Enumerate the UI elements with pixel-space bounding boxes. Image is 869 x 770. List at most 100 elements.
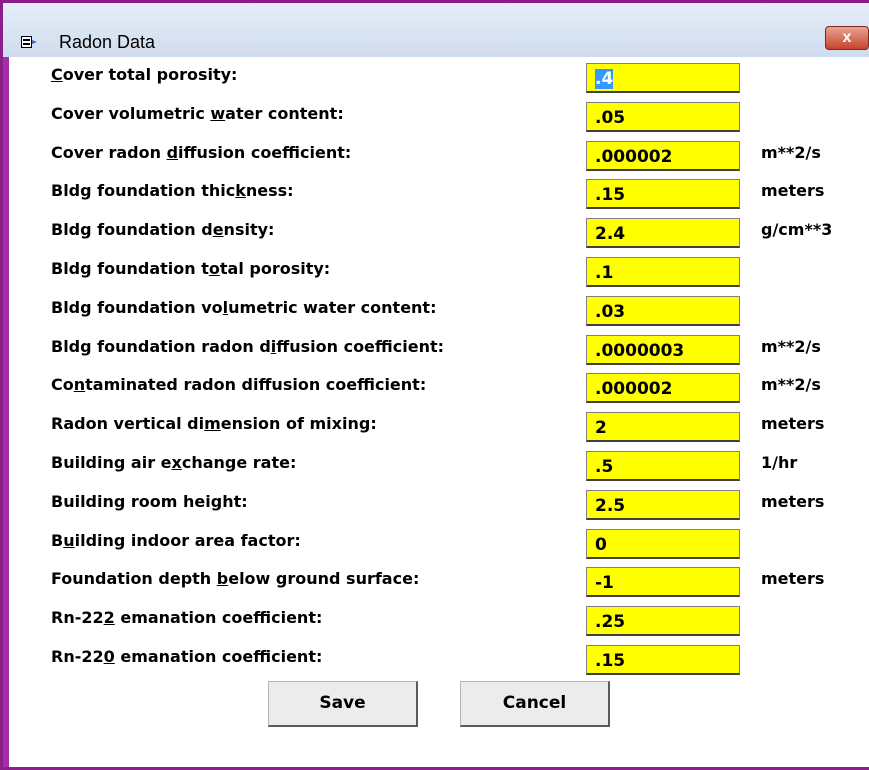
label-text: ension of mixing: <box>220 414 377 434</box>
label-text: elow ground surface: <box>228 569 420 589</box>
field-label: Bldg foundation density: <box>51 220 274 239</box>
label-text: ffusion coefficient: <box>276 336 445 356</box>
form-row: Cover total porosity: .4 <box>9 59 869 95</box>
form-row: Building room height: 2.5 meters <box>9 486 869 522</box>
value-input[interactable]: 2.4 <box>586 218 740 249</box>
input-value: .25 <box>595 612 626 633</box>
window-title: Radon Data <box>59 32 156 52</box>
label-accelerator-key: o <box>208 259 220 278</box>
label-text: iffusion coefficient: <box>178 142 352 162</box>
label-accelerator-key: 0 <box>103 647 115 666</box>
form-row: Bldg foundation radon diffusion coeffici… <box>9 331 869 367</box>
cancel-button[interactable]: Cancel <box>460 681 610 727</box>
label-text: emanation coefficient: <box>114 647 323 666</box>
close-icon: x <box>842 29 852 46</box>
label-text: Bldg foundation d <box>51 220 213 240</box>
field-label: Radon vertical dimension of mixing: <box>51 414 377 433</box>
value-input[interactable]: .5 <box>586 451 740 481</box>
form-area: Cover total porosity: .4 Cover volumetric … <box>9 57 869 767</box>
label-text: Co <box>51 375 74 395</box>
value-input[interactable]: .25 <box>586 606 740 637</box>
close-button[interactable]: x <box>825 26 869 50</box>
label-text: Building room hei <box>51 491 211 511</box>
label-text: Rn-22 <box>51 608 104 628</box>
value-input[interactable]: .03 <box>586 295 740 326</box>
form-row: Rn-220 emanation coefficient: .15 <box>9 641 869 677</box>
field-label: Building room height: <box>51 492 248 511</box>
unit-label: 1/hr <box>761 453 798 472</box>
input-value: 2 <box>595 418 607 439</box>
form-row: Contaminated radon diffusion coefficient… <box>9 369 869 405</box>
field-label: Contaminated radon diffusion coefficient… <box>51 375 426 394</box>
value-input[interactable]: 0 <box>586 528 740 559</box>
field-label: Cover radon diffusion coefficient: <box>51 143 351 162</box>
input-value: .5 <box>595 457 614 477</box>
label-text: Cover volumetric <box>51 103 211 123</box>
input-value: .000002 <box>595 146 673 167</box>
value-input[interactable]: 2 <box>586 412 740 443</box>
label-text: emanation coefficient: <box>114 608 323 628</box>
label-accelerator-key: x <box>171 453 182 472</box>
label-text: Radon vertical di <box>51 414 205 434</box>
input-value: 2.5 <box>595 495 626 516</box>
unit-label: meters <box>761 491 825 511</box>
form-row: Cover volumetric water content: .05 <box>9 98 869 134</box>
value-input[interactable]: .1 <box>586 257 740 287</box>
label-accelerator-key: k <box>235 181 246 201</box>
input-value: -1 <box>595 573 614 594</box>
value-input[interactable]: .4 <box>586 63 740 93</box>
unit-label: meters <box>761 414 825 434</box>
label-accelerator-key: u <box>63 530 75 550</box>
label-accelerator-key: w <box>210 103 226 123</box>
form-row: Rn-222 emanation coefficient: .25 <box>9 602 869 638</box>
field-label: Bldg foundation thickness: <box>51 181 294 200</box>
label-accelerator-key: 2 <box>103 608 115 628</box>
save-button[interactable]: Save <box>268 681 418 727</box>
label-accelerator-key: g <box>210 491 223 511</box>
form-row: Bldg foundation density: 2.4 g/cm**3 <box>9 214 869 250</box>
label-text: B <box>51 530 64 550</box>
field-label: Rn-220 emanation coefficient: <box>51 647 322 666</box>
label-accelerator-key: b <box>216 569 229 589</box>
form-row: Bldg foundation thickness: .15 meters <box>9 175 869 211</box>
label-text: Rn-22 <box>51 647 104 666</box>
label-accelerator-key: m <box>204 414 221 434</box>
field-label: Building indoor area factor: <box>51 531 301 550</box>
input-value: .4 <box>595 69 614 89</box>
label-text: ness: <box>245 181 294 201</box>
label-text: over total porosity: <box>62 65 238 84</box>
field-label: Building air exchange rate: <box>51 453 296 472</box>
label-text: nsity: <box>223 220 275 240</box>
form-row: Building indoor area factor: 0 <box>9 525 869 561</box>
label-text: Foundation depth <box>51 569 217 589</box>
value-input[interactable]: .000002 <box>586 140 740 171</box>
label-text: umetric water content: <box>228 297 437 317</box>
value-input[interactable]: .05 <box>586 101 740 132</box>
field-label: Bldg foundation total porosity: <box>51 259 330 278</box>
input-value: .15 <box>595 185 626 206</box>
form-row: Foundation depth below ground surface: -1… <box>9 563 869 599</box>
label-text: Bldg foundation t <box>51 259 209 278</box>
label-text: taminated radon diffusion coefficient: <box>85 375 427 395</box>
input-value: .000002 <box>595 379 673 400</box>
label-text: Bldg foundation radon d <box>51 336 271 356</box>
unit-label: m**2/s <box>761 142 821 162</box>
unit-label: m**2/s <box>761 375 821 395</box>
value-input[interactable]: .0000003 <box>586 334 740 365</box>
value-input[interactable]: .000002 <box>586 373 740 404</box>
field-label: Bldg foundation radon diffusion coeffici… <box>51 337 444 356</box>
form-row: Radon vertical dimension of mixing: 2 mete… <box>9 408 869 444</box>
form-row: Cover radon diffusion coefficient: .00000… <box>9 137 869 173</box>
title-bar[interactable]: Radon Data x <box>3 3 869 57</box>
label-accelerator-key: C <box>51 65 63 84</box>
value-input[interactable]: -1 <box>586 567 740 598</box>
value-input[interactable]: 2.5 <box>586 489 740 520</box>
value-input[interactable]: .15 <box>586 179 740 210</box>
label-text: ht: <box>222 491 248 511</box>
input-value: .05 <box>595 107 626 128</box>
unit-label: g/cm**3 <box>761 220 833 240</box>
label-text: change rate: <box>181 453 297 472</box>
input-value: .1 <box>595 263 614 283</box>
field-label: Cover volumetric water content: <box>51 104 344 123</box>
value-input[interactable]: .15 <box>586 645 740 675</box>
